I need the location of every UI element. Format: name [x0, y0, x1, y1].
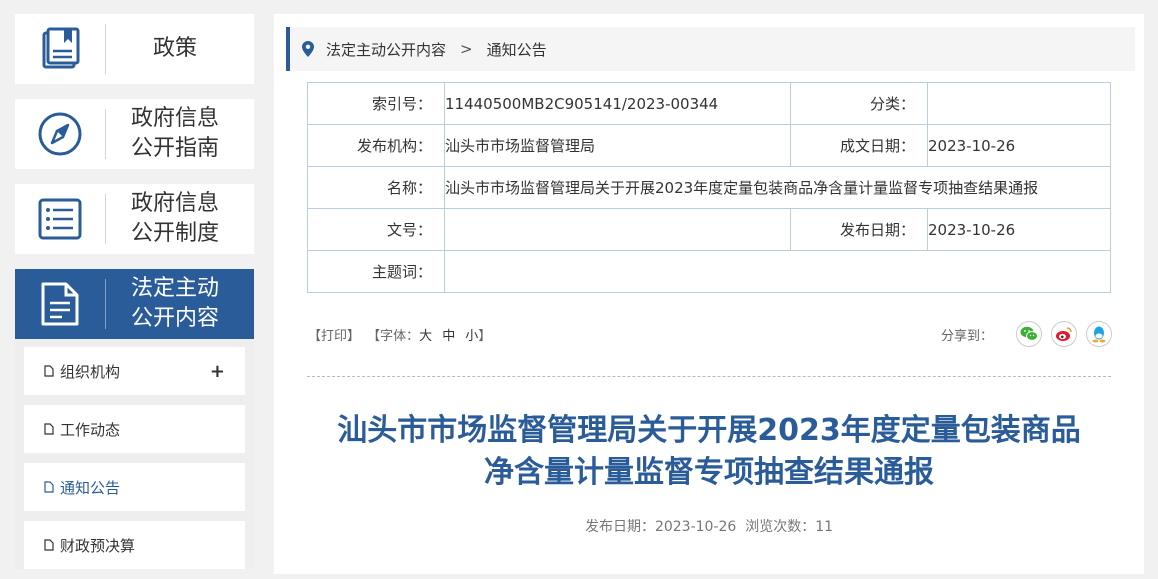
sidebar-item-work-news[interactable]: 工作动态	[24, 405, 245, 453]
meta-value: 2023-10-26	[927, 124, 1111, 167]
meta-label: 文号：	[307, 208, 445, 251]
share-bar: 分享到：	[941, 321, 1112, 347]
sidebar-card-label: 政策	[106, 34, 254, 64]
sidebar-item-notices[interactable]: 通知公告	[24, 463, 245, 511]
font-large-button[interactable]: 大	[419, 329, 432, 344]
article-toolbar: 【打印】 【字体：大中小】 分享到：	[308, 321, 1112, 347]
breadcrumb-item[interactable]: 法定主动公开内容	[326, 39, 446, 60]
sidebar-item-label: 通知公告	[60, 478, 121, 497]
font-small-button[interactable]: 小	[465, 329, 478, 344]
wechat-icon[interactable]	[1016, 321, 1042, 347]
meta-label: 发布日期：	[790, 208, 928, 251]
sidebar-card-label-line: 政府信息	[130, 191, 219, 216]
publish-info: 发布日期：2023-10-26 浏览次数：11	[584, 519, 834, 535]
table-row: 发布机构： 汕头市市场监督管理局 成文日期： 2023-10-26	[307, 124, 1111, 167]
subnav: 组织机构 + 工作动态 通知公告 财政预决算	[15, 339, 254, 569]
sidebar-card-label-line: 公开制度	[130, 221, 219, 246]
page-icon	[44, 365, 54, 377]
page-icon	[44, 539, 54, 551]
meta-label: 名称：	[307, 166, 445, 209]
meta-value: 2023-10-26	[927, 208, 1111, 251]
chevron-right-icon: >	[460, 40, 473, 58]
article-title: 汕头市市场监督管理局关于开展2023年度定量包装商品 净含量计量监督专项抽查结果…	[294, 410, 1124, 494]
sidebar-item-organization[interactable]: 组织机构 +	[24, 347, 245, 395]
sidebar-card-label: 法定主动 公开内容	[106, 274, 254, 334]
sidebar-item-label: 工作动态	[60, 420, 121, 439]
main-content: 法定主动公开内容 > 通知公告 索引号： 11440500MB2C905141/…	[274, 14, 1144, 574]
table-row: 索引号： 11440500MB2C905141/2023-00344 分类：	[307, 82, 1111, 125]
breadcrumb-item[interactable]: 通知公告	[487, 39, 547, 60]
font-size-prefix: 【字体：	[367, 329, 420, 344]
sidebar: 政策 政府信息 公开指南 政府信息 公开制度 法定主动 公开内容 组织机构 + …	[15, 14, 254, 579]
sidebar-card-guide[interactable]: 政府信息 公开指南	[15, 99, 254, 169]
meta-value	[444, 250, 1111, 293]
sidebar-card-label-line: 政策	[152, 36, 197, 61]
sidebar-card-label: 政府信息 公开指南	[106, 104, 254, 164]
expand-icon[interactable]: +	[210, 361, 225, 382]
meta-label: 发布机构：	[307, 124, 445, 167]
table-row: 文号： 发布日期： 2023-10-26	[307, 208, 1111, 251]
meta-value: 汕头市市场监督管理局	[444, 124, 791, 167]
meta-value	[444, 208, 791, 251]
list-icon	[15, 184, 105, 254]
sidebar-card-policy[interactable]: 政策	[15, 14, 254, 84]
location-pin-icon	[302, 41, 314, 57]
document-icon	[15, 269, 105, 339]
sidebar-item-label: 组织机构	[60, 362, 121, 381]
qq-icon[interactable]	[1086, 321, 1112, 347]
page-icon	[44, 481, 54, 493]
sidebar-item-label: 财政预决算	[60, 536, 136, 555]
share-label: 分享到：	[940, 328, 993, 344]
meta-value: 11440500MB2C905141/2023-00344	[444, 82, 791, 125]
table-row: 名称： 汕头市市场监督管理局关于开展2023年度定量包装商品净含量计量监督专项抽…	[307, 166, 1111, 209]
meta-label: 成文日期：	[790, 124, 928, 167]
weibo-icon[interactable]	[1051, 321, 1077, 347]
meta-label: 主题词：	[307, 250, 445, 293]
sidebar-card-label-line: 公开指南	[130, 136, 219, 161]
breadcrumb: 法定主动公开内容 > 通知公告	[286, 27, 1135, 71]
article-title-line: 汕头市市场监督管理局关于开展2023年度定量包装商品	[337, 413, 1081, 448]
sidebar-card-label-line: 政府信息	[130, 106, 219, 131]
sidebar-card-label-line: 法定主动	[130, 276, 219, 301]
font-size-suffix: 】	[478, 329, 492, 344]
meta-value	[927, 82, 1111, 125]
table-row: 主题词：	[307, 250, 1111, 293]
sidebar-card-label: 政府信息 公开制度	[106, 189, 254, 249]
print-button[interactable]: 【打印】	[308, 329, 360, 344]
divider	[307, 376, 1111, 377]
compass-icon	[15, 99, 105, 169]
meta-label: 分类：	[790, 82, 928, 125]
meta-label: 索引号：	[307, 82, 445, 125]
sidebar-card-statutory[interactable]: 法定主动 公开内容	[15, 269, 254, 339]
meta-value: 汕头市市场监督管理局关于开展2023年度定量包装商品净含量计量监督专项抽查结果通…	[444, 166, 1111, 209]
book-icon	[15, 14, 105, 84]
document-meta-table: 索引号： 11440500MB2C905141/2023-00344 分类： 发…	[307, 82, 1111, 293]
page-icon	[44, 423, 54, 435]
sidebar-card-system[interactable]: 政府信息 公开制度	[15, 184, 254, 254]
sidebar-card-label-line: 公开内容	[130, 306, 219, 331]
font-medium-button[interactable]: 中	[442, 329, 455, 344]
sidebar-item-budget[interactable]: 财政预决算	[24, 521, 245, 569]
article-title-line: 净含量计量监督专项抽查结果通报	[484, 455, 934, 490]
